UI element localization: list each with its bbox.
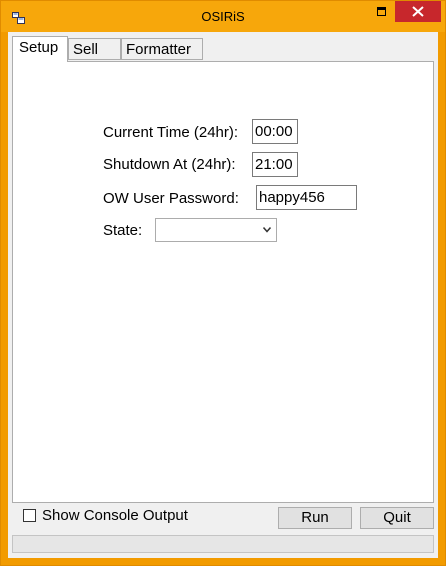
password-field[interactable]: happy456 — [256, 185, 357, 210]
shutdown-label: Shutdown At (24hr): — [103, 156, 236, 173]
current-time-field[interactable]: 00:00 — [252, 119, 298, 144]
password-label: OW User Password: — [103, 190, 239, 207]
chevron-down-icon — [263, 227, 271, 233]
show-console-checkbox[interactable] — [23, 509, 36, 522]
tab-sell[interactable]: Sell — [68, 38, 121, 60]
state-label: State: — [103, 222, 143, 239]
close-button[interactable] — [395, 1, 441, 22]
maximize-icon — [377, 7, 386, 16]
app-window: OSIRiS Setup Sell Formatter Current Time… — [0, 0, 446, 566]
title-bar[interactable]: OSIRiS — [1, 1, 445, 32]
show-console-label[interactable]: Show Console Output — [42, 507, 188, 524]
current-time-label: Current Time (24hr): — [103, 124, 239, 141]
run-button[interactable]: Run — [278, 507, 352, 529]
quit-button[interactable]: Quit — [360, 507, 434, 529]
tab-setup[interactable]: Setup — [12, 36, 68, 62]
status-bar — [12, 535, 434, 553]
close-icon — [412, 6, 424, 17]
tab-formatter[interactable]: Formatter — [121, 38, 203, 60]
setup-panel: Current Time (24hr): 00:00 Shutdown At (… — [12, 61, 434, 503]
client-area: Setup Sell Formatter Current Time (24hr)… — [8, 32, 438, 558]
state-select[interactable] — [155, 218, 277, 242]
shutdown-time-field[interactable]: 21:00 — [252, 152, 298, 177]
maximize-button[interactable] — [375, 2, 389, 24]
